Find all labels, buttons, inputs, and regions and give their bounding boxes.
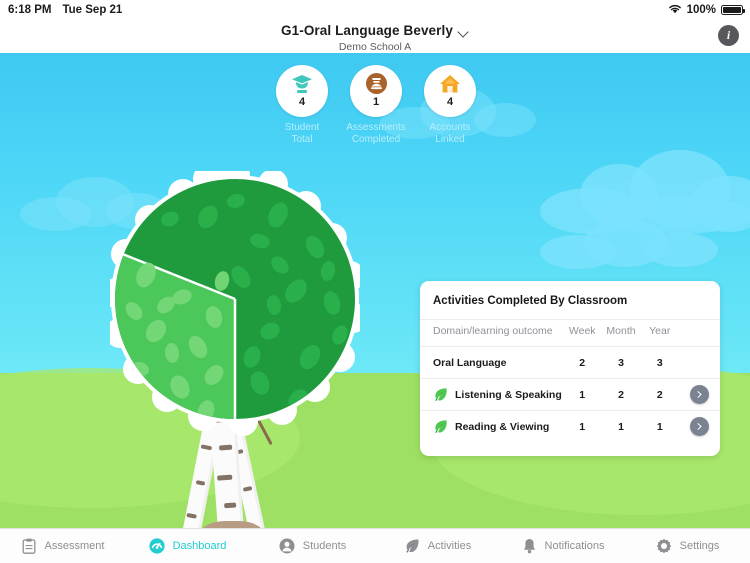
tree-canopy [110,171,360,436]
app-root: 6:18 PM Tue Sep 21 100% G1-Oral Language… [0,0,750,563]
chevron-right-icon[interactable] [690,385,710,404]
chevron-right-icon[interactable] [690,417,710,437]
stat-caption-line1: Assessments [346,122,406,133]
tab-label: Settings [679,540,720,552]
tab-label: Students [302,540,347,552]
row-week: 1 [562,410,602,443]
chevron-down-icon[interactable] [459,28,469,38]
battery-full-icon [721,5,745,15]
stat-caption-line1: Accounts [429,122,471,133]
card-title: Activities Completed By Classroom [433,295,628,307]
row-month: 2 [601,378,641,411]
stat-caption-line2: Total [291,134,313,145]
battery-percent: 100% [686,4,716,16]
stat-caption-line2: Linked [435,134,465,145]
tab-activities[interactable]: Activities [375,538,500,555]
table-header-row: Domain/learning outcome Week Month Year [420,319,720,347]
row-month: 1 [601,410,641,443]
school-subtitle: Demo School A [338,41,412,53]
status-bar: 6:18 PM Tue Sep 21 100% [0,0,750,20]
table-row[interactable]: Listening & Speaking 1 2 2 [420,378,720,411]
row-name: Reading & Viewing [455,420,550,433]
info-button[interactable]: i [718,25,739,46]
stat-value: 4 [298,95,306,108]
column-header-month: Month [601,319,641,347]
row-week: 2 [562,346,602,379]
clipboard-icon [21,538,38,555]
bell-icon [521,538,538,555]
scene: Classroom Tree [0,53,750,528]
page-title: G1-Oral Language Beverly [281,23,453,38]
tab-settings[interactable]: Settings [625,538,750,555]
stats-row: 4 Student Total 1 Assessments Completed … [265,65,495,165]
stat-student-total[interactable]: 4 Student Total [265,65,339,146]
row-name: Oral Language [433,356,507,369]
status-bar-left: 6:18 PM Tue Sep 21 [8,4,122,16]
tab-label: Notifications [544,540,605,552]
home-icon [439,73,461,95]
row-month: 3 [601,346,641,379]
tab-label: Activities [427,540,472,552]
tab-label: Assessment [44,540,105,552]
leaf-icon [404,538,421,555]
stat-value: 4 [446,95,454,108]
status-date: Tue Sep 21 [62,4,123,16]
tab-assessment[interactable]: Assessment [0,538,125,555]
stat-accounts-linked[interactable]: 4 Accounts Linked [413,65,487,146]
row-year: 1 [640,410,680,443]
nav-bar: G1-Oral Language Beverly Demo School A i [0,20,750,53]
assessment-book-icon [365,73,387,95]
stat-assessments-completed[interactable]: 1 Assessments Completed [339,65,413,146]
tab-label: Dashboard [172,540,227,552]
classroom-tree[interactable] [110,171,360,528]
classroom-selector[interactable]: G1-Oral Language Beverly Demo School A [0,22,750,53]
tab-notifications[interactable]: Notifications [500,538,625,555]
stat-caption-line2: Completed [351,134,401,145]
status-time: 6:18 PM [8,4,52,16]
student-icon [279,538,296,555]
activities-card: Activities Completed By Classroom Domain… [420,281,720,456]
row-week: 1 [562,378,602,411]
gauge-icon [149,538,166,555]
cloud-bottom-right [540,213,730,269]
row-year: 2 [640,378,680,411]
column-header-year: Year [640,319,680,347]
gear-icon [656,538,673,555]
leaf-icon [433,419,448,434]
table-row: Oral Language 2 3 3 [420,346,720,379]
row-year: 3 [640,346,680,379]
column-header-week: Week [562,319,602,347]
table-row[interactable]: Reading & Viewing 1 1 1 [420,410,720,443]
activities-table: Domain/learning outcome Week Month Year … [420,319,720,443]
wifi-icon [668,3,682,17]
stat-caption-line1: Student [284,122,320,133]
row-name: Listening & Speaking [455,388,562,401]
stat-value: 1 [372,95,380,108]
tab-dashboard[interactable]: Dashboard [125,538,250,555]
student-cap-icon [291,73,313,95]
column-header-action [679,319,720,347]
tab-students[interactable]: Students [250,538,375,555]
column-header-domain: Domain/learning outcome [420,319,563,347]
tab-bar: Assessment Dashboard Students Activities… [0,528,750,563]
leaf-icon [433,387,448,402]
status-bar-right: 100% [668,3,745,17]
